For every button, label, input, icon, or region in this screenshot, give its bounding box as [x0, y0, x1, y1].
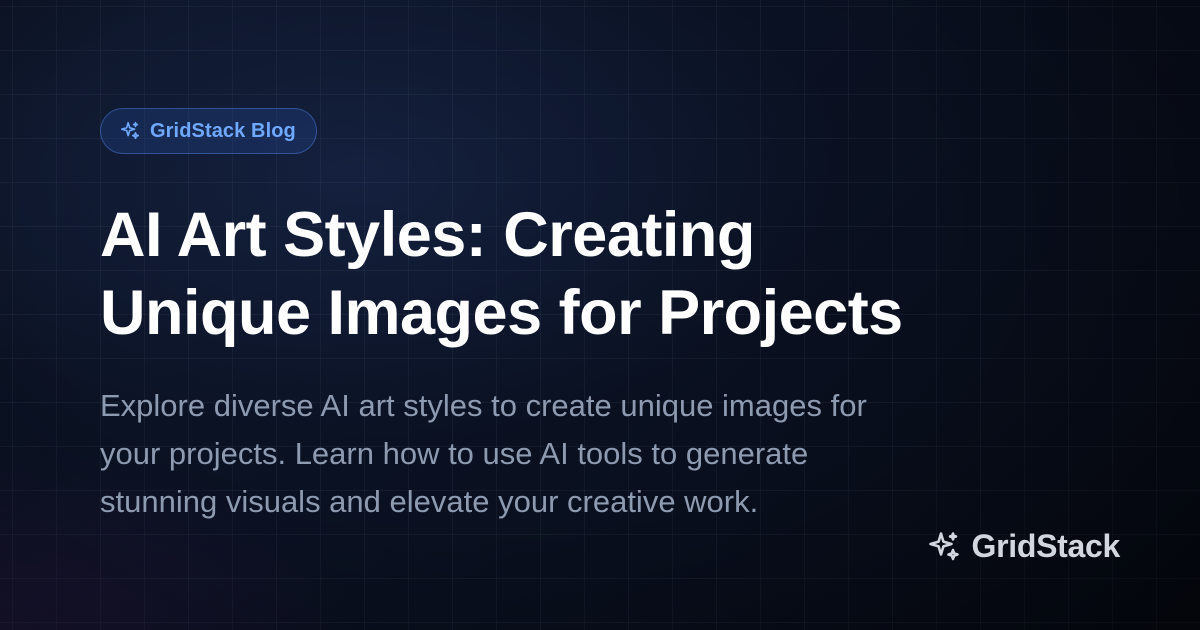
brand-logo: GridStack — [926, 528, 1120, 565]
article-title: AI Art Styles: Creating Unique Images fo… — [100, 196, 1140, 352]
brand-name: GridStack — [971, 528, 1121, 564]
article-title-line: Unique Images for Projects — [100, 278, 903, 348]
article-description: Explore diverse AI art styles to create … — [100, 382, 980, 526]
blog-badge-label: GridStack Blog — [150, 119, 296, 142]
article-title-line: AI Art Styles: Creating — [100, 200, 755, 270]
og-card: GridStack Blog AI Art Styles: Creating U… — [0, 0, 1200, 630]
article-description-line: your projects. Learn how to use AI tools… — [100, 436, 809, 471]
article-description-line: stunning visuals and elevate your creati… — [100, 484, 759, 519]
blog-badge: GridStack Blog — [100, 108, 317, 154]
article-description-line: Explore diverse AI art styles to create … — [100, 388, 867, 423]
sparkles-icon — [926, 529, 962, 565]
sparkles-icon — [119, 120, 141, 142]
